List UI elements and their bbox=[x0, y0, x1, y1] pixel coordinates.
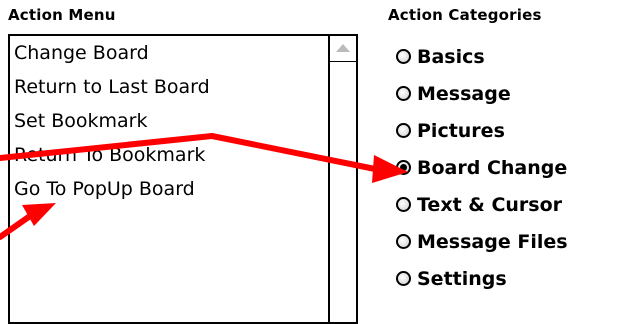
list-item-return-to-last-board[interactable]: Return to Last Board bbox=[10, 70, 328, 104]
scroll-up-arrow-icon[interactable] bbox=[330, 36, 356, 62]
radio-label-text-cursor: Text & Cursor bbox=[417, 193, 563, 216]
radio-board-change[interactable]: Board Change bbox=[396, 149, 568, 186]
action-menu-title: Action Menu bbox=[8, 6, 116, 24]
action-menu-listbox[interactable]: Change Board Return to Last Board Set Bo… bbox=[8, 34, 358, 324]
action-categories-radio-group: Basics Message Pictures Board Change Tex… bbox=[396, 38, 568, 297]
radio-label-settings: Settings bbox=[417, 267, 507, 290]
radio-button-selected-icon[interactable] bbox=[396, 160, 411, 175]
radio-message[interactable]: Message bbox=[396, 75, 568, 112]
radio-button-icon[interactable] bbox=[396, 271, 411, 286]
radio-text-cursor[interactable]: Text & Cursor bbox=[396, 186, 568, 223]
list-item-change-board[interactable]: Change Board bbox=[10, 36, 328, 70]
radio-message-files[interactable]: Message Files bbox=[396, 223, 568, 260]
radio-button-icon[interactable] bbox=[396, 197, 411, 212]
radio-pictures[interactable]: Pictures bbox=[396, 112, 568, 149]
radio-button-icon[interactable] bbox=[396, 123, 411, 138]
list-item-go-to-popup-board[interactable]: Go To PopUp Board bbox=[10, 172, 328, 206]
radio-label-basics: Basics bbox=[417, 45, 485, 68]
radio-label-message: Message bbox=[417, 82, 511, 105]
radio-basics[interactable]: Basics bbox=[396, 38, 568, 75]
list-item-set-bookmark[interactable]: Set Bookmark bbox=[10, 104, 328, 138]
radio-button-icon[interactable] bbox=[396, 49, 411, 64]
action-categories-title: Action Categories bbox=[388, 6, 542, 24]
radio-label-pictures: Pictures bbox=[417, 119, 505, 142]
radio-button-icon[interactable] bbox=[396, 86, 411, 101]
radio-label-message-files: Message Files bbox=[417, 230, 568, 253]
radio-button-icon[interactable] bbox=[396, 234, 411, 249]
action-menu-list: Change Board Return to Last Board Set Bo… bbox=[10, 36, 330, 322]
list-item-return-to-bookmark[interactable]: Return To Bookmark bbox=[10, 138, 328, 172]
radio-label-board-change: Board Change bbox=[417, 156, 568, 179]
radio-settings[interactable]: Settings bbox=[396, 260, 568, 297]
vertical-scrollbar[interactable] bbox=[330, 36, 356, 322]
